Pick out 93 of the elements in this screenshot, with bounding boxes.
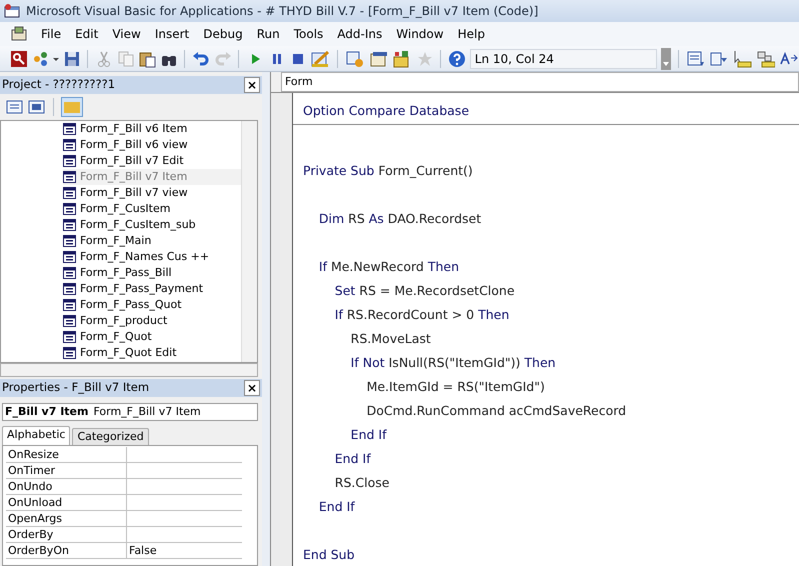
pane-title: Project - ?????????1 bbox=[2, 76, 116, 94]
project-explorer-icon[interactable] bbox=[345, 50, 365, 68]
tab[interactable]: Alphabetic bbox=[2, 426, 70, 445]
pane-title: Properties - F_Bill v7 Item bbox=[2, 379, 150, 396]
object-dropdown[interactable]: F_Bill v7 Item Form_F_Bill v7 Item bbox=[2, 403, 258, 421]
form-icon bbox=[63, 171, 76, 183]
menu-item[interactable]: Insert bbox=[148, 25, 196, 43]
form-icon bbox=[63, 331, 76, 343]
tree-item[interactable]: Form_F_Bill v7 Edit bbox=[63, 153, 241, 169]
form-icon bbox=[63, 315, 76, 327]
tree-item[interactable]: Form_F_CusItem_sub bbox=[63, 217, 241, 233]
tree-item[interactable]: Form_F_Bill v7 Item bbox=[63, 169, 241, 185]
code-line: End Sub bbox=[302, 546, 356, 564]
form-icon bbox=[63, 139, 76, 151]
shapes-icon[interactable] bbox=[32, 50, 50, 68]
property-name: OrderByOn bbox=[6, 543, 127, 558]
tab[interactable]: Categorized bbox=[72, 428, 149, 445]
code-line: If RS.RecordCount > 0 Then bbox=[334, 306, 510, 324]
form-icon bbox=[63, 123, 76, 135]
tree-item[interactable]: Form_F_Quot Edit bbox=[63, 345, 241, 361]
cursor-position: Ln 10, Col 24 bbox=[470, 48, 657, 68]
code-line: Dim RS As DAO.Recordset bbox=[318, 210, 482, 228]
tree-item[interactable]: Form_F_CusItem bbox=[63, 201, 241, 217]
dropdown-icon[interactable] bbox=[660, 48, 671, 70]
complete-word-icon[interactable] bbox=[779, 50, 799, 68]
form-icon bbox=[63, 235, 76, 247]
view-object-icon[interactable] bbox=[28, 99, 46, 115]
paste-icon[interactable] bbox=[138, 50, 156, 68]
property-name: OnResize bbox=[6, 447, 127, 462]
view-code-icon[interactable] bbox=[6, 99, 24, 115]
menu-item[interactable]: View bbox=[105, 25, 148, 43]
tree-item[interactable]: Form_F_Pass_Payment bbox=[63, 281, 241, 297]
property-name: OnTimer bbox=[6, 463, 127, 478]
menu-item[interactable]: Add-Ins bbox=[330, 25, 390, 43]
design-icon[interactable] bbox=[310, 50, 330, 68]
scrollbar[interactable] bbox=[0, 363, 258, 377]
property-name: OnUnload bbox=[6, 495, 127, 510]
code-line: If Not IsNull(RS("ItemGId")) Then bbox=[350, 354, 557, 372]
code-line: Private Sub Form_Current() bbox=[302, 162, 474, 180]
code-line: RS.Close bbox=[334, 474, 390, 492]
form-icon bbox=[63, 299, 76, 311]
form-icon bbox=[63, 251, 76, 263]
help-icon[interactable] bbox=[448, 50, 466, 68]
tree-item[interactable]: Form_F_Pass_Quot bbox=[63, 297, 241, 313]
code-line: DoCmd.RunCommand acCmdSaveRecord bbox=[366, 402, 628, 420]
close-button[interactable]: × bbox=[244, 77, 260, 93]
app-icon bbox=[4, 4, 20, 18]
tree-item[interactable]: Form_F_Bill v6 Item bbox=[63, 121, 241, 137]
list-properties-icon[interactable] bbox=[686, 50, 706, 68]
window-title: Microsoft Visual Basic for Applications - # THYD Bill V.7 - [Form_F_Bill v7 Item (Code)] bbox=[26, 3, 538, 20]
code-line: Me.ItemGId = RS("ItemGId") bbox=[366, 378, 546, 396]
undo-icon[interactable] bbox=[192, 50, 210, 68]
property-name: OnUndo bbox=[6, 479, 127, 494]
code-line: RS.MoveLast bbox=[350, 330, 432, 348]
parameter-info-icon[interactable] bbox=[756, 50, 776, 68]
properties-icon[interactable] bbox=[368, 50, 388, 68]
tree-item[interactable]: Form_F_Bill v6 view bbox=[63, 137, 241, 153]
menu-item[interactable]: Debug bbox=[196, 25, 250, 43]
form-icon bbox=[63, 155, 76, 167]
code-line: If Me.NewRecord Then bbox=[318, 258, 460, 276]
form-icon bbox=[63, 203, 76, 215]
code-line: End If bbox=[350, 426, 388, 444]
object-dropdown[interactable]: Form bbox=[281, 72, 799, 92]
form-icon bbox=[63, 219, 76, 231]
list-constants-icon[interactable] bbox=[709, 50, 728, 68]
property-value[interactable]: False bbox=[129, 544, 157, 557]
code-line: Option Compare Database bbox=[293, 99, 799, 125]
property-name: OpenArgs bbox=[6, 511, 127, 526]
menu-item[interactable]: Help bbox=[450, 25, 492, 43]
code-line: Set RS = Me.RecordsetClone bbox=[334, 282, 516, 300]
form-icon bbox=[63, 347, 76, 359]
tree-item[interactable]: Form_F_product bbox=[63, 313, 241, 329]
code-line: End If bbox=[318, 498, 356, 516]
menu-item[interactable]: File bbox=[34, 25, 68, 43]
menu-item[interactable]: Tools bbox=[286, 25, 330, 43]
menu-item[interactable]: Edit bbox=[68, 25, 106, 43]
tree-item[interactable]: Form_F_Pass_Bill bbox=[63, 265, 241, 281]
code-line: End If bbox=[334, 450, 372, 468]
tree-item[interactable]: Form_F_Bill v7 view bbox=[63, 185, 241, 201]
property-name: OrderBy bbox=[6, 527, 127, 542]
form-icon bbox=[63, 267, 76, 279]
app-icon[interactable] bbox=[10, 26, 28, 42]
quick-info-icon[interactable] bbox=[732, 50, 752, 68]
form-icon bbox=[63, 283, 76, 295]
star-icon[interactable] bbox=[416, 50, 434, 68]
close-button[interactable]: × bbox=[244, 380, 260, 396]
save-icon[interactable] bbox=[62, 50, 80, 68]
tree-item[interactable]: Form_F_Names Cus ++ bbox=[63, 249, 241, 265]
menu-item[interactable]: Run bbox=[250, 25, 287, 43]
form-icon bbox=[63, 187, 76, 199]
tree-item[interactable]: Form_F_Main bbox=[63, 233, 241, 249]
menu-item[interactable]: Window bbox=[389, 25, 451, 43]
tree-item[interactable]: Form_F_Quot bbox=[63, 329, 241, 345]
